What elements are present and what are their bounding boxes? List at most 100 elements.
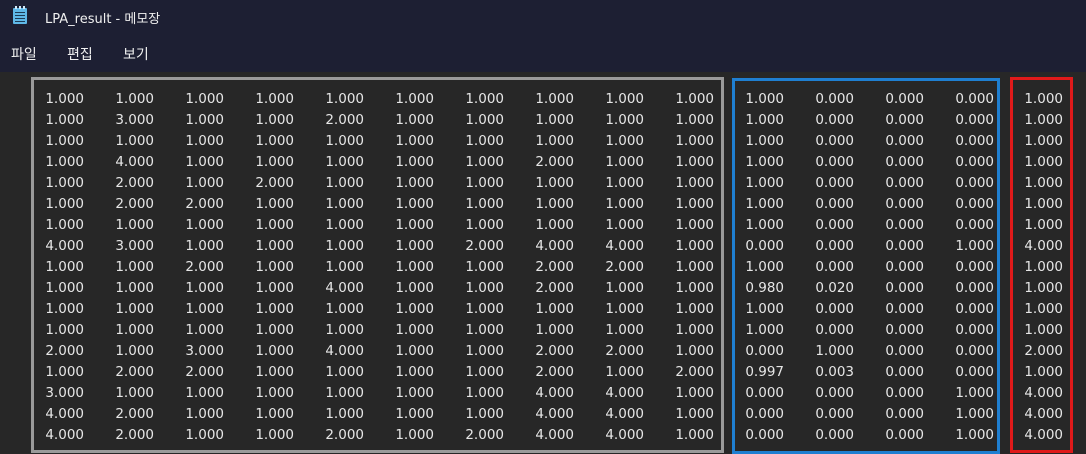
value-cell: 1.000 xyxy=(325,385,364,401)
value-cell: 1.000 xyxy=(675,154,714,170)
value-cell: 1.000 xyxy=(535,322,574,338)
value-cell: 0.000 xyxy=(885,112,924,128)
value-cell: 0.000 xyxy=(955,91,994,107)
value-cell: 1.000 xyxy=(465,301,504,317)
menu-edit[interactable]: 편집 xyxy=(65,44,95,64)
title-bar: LPA_result - 메모장 xyxy=(0,0,1086,36)
value-cell: 0.000 xyxy=(745,406,784,422)
value-cell: 0.000 xyxy=(815,301,854,317)
value-cell: 1.000 xyxy=(115,343,154,359)
text-editor[interactable]: 4.000 2.000 1.000 1.000 2.000 1.000 2.000 4.000… xyxy=(0,72,1086,454)
text-line: 1.000 1.000 1.000 1.000 1.000 1.000 1.000 1.000… xyxy=(0,299,1086,320)
value-cell: 1.000 xyxy=(1024,112,1063,128)
value-cell: 1.000 xyxy=(745,217,784,233)
value-cell: 2.000 xyxy=(115,364,154,380)
value-cell: 1.000 xyxy=(1024,280,1063,296)
value-cell: 1.000 xyxy=(395,259,434,275)
value-cell: 1.000 xyxy=(1024,175,1063,191)
value-cell: 1.000 xyxy=(395,91,434,107)
value-cell: 1.000 xyxy=(255,322,294,338)
value-cell: 1.000 xyxy=(185,154,224,170)
value-cell: 1.000 xyxy=(1024,364,1063,380)
value-cell: 1.000 xyxy=(1024,217,1063,233)
value-cell: 1.000 xyxy=(465,217,504,233)
value-cell: 1.000 xyxy=(605,322,644,338)
value-cell: 1.000 xyxy=(535,112,574,128)
value-cell: 1.000 xyxy=(185,322,224,338)
menu-view[interactable]: 보기 xyxy=(121,44,151,64)
value-cell: 0.000 xyxy=(885,343,924,359)
value-cell: 1.000 xyxy=(45,280,84,296)
value-cell: 1.000 xyxy=(535,91,574,107)
value-cell: 0.000 xyxy=(745,343,784,359)
value-cell: 3.000 xyxy=(45,385,84,401)
value-cell: 2.000 xyxy=(115,406,154,422)
value-cell: 1.000 xyxy=(675,91,714,107)
value-cell: 1.000 xyxy=(1024,91,1063,107)
value-cell: 4.000 xyxy=(1024,385,1063,401)
value-cell: 1.000 xyxy=(395,385,434,401)
value-cell: 2.000 xyxy=(675,364,714,380)
value-cell: 1.000 xyxy=(395,406,434,422)
value-cell: 1.000 xyxy=(115,133,154,149)
value-cell: 1.000 xyxy=(465,280,504,296)
value-cell: 1.000 xyxy=(745,112,784,128)
value-cell: 0.000 xyxy=(955,280,994,296)
value-cell: 1.000 xyxy=(535,175,574,191)
value-cell: 1.000 xyxy=(325,217,364,233)
value-cell: 2.000 xyxy=(115,196,154,212)
value-cell: 1.000 xyxy=(465,385,504,401)
value-cell: 0.003 xyxy=(815,364,854,380)
value-cell: 1.000 xyxy=(115,217,154,233)
value-cell: 4.000 xyxy=(535,385,574,401)
value-cell: 1.000 xyxy=(1024,154,1063,170)
text-line: 4.000 2.000 1.000 1.000 1.000 1.000 1.000 4.000… xyxy=(0,404,1086,425)
value-cell: 1.000 xyxy=(675,259,714,275)
text-line: 1.000 1.000 1.000 1.000 1.000 1.000 1.000 1.000… xyxy=(0,89,1086,110)
value-cell: 1.000 xyxy=(675,196,714,212)
text-line: 1.000 2.000 1.000 2.000 1.000 1.000 1.000 1.000… xyxy=(0,173,1086,194)
menu-bar: 파일 편집 보기 xyxy=(0,36,1086,72)
value-cell: 0.980 xyxy=(745,280,784,296)
value-cell: 0.000 xyxy=(955,196,994,212)
text-line: 1.000 1.000 1.000 1.000 1.000 1.000 1.000 1.000… xyxy=(0,215,1086,236)
value-cell: 0.000 xyxy=(815,154,854,170)
value-cell: 1.000 xyxy=(325,154,364,170)
value-cell: 1.000 xyxy=(255,259,294,275)
text-line: 1.000 2.000 2.000 1.000 1.000 1.000 1.000 1.000… xyxy=(0,194,1086,215)
value-cell: 0.000 xyxy=(815,91,854,107)
value-cell: 4.000 xyxy=(325,343,364,359)
value-cell: 1.000 xyxy=(535,301,574,317)
value-cell: 2.000 xyxy=(255,175,294,191)
value-cell: 1.000 xyxy=(255,154,294,170)
value-cell: 4.000 xyxy=(605,238,644,254)
value-cell: 0.000 xyxy=(885,364,924,380)
value-cell: 1.000 xyxy=(325,259,364,275)
text-line: 3.000 1.000 1.000 1.000 1.000 1.000 1.000 4.000… xyxy=(0,383,1086,404)
value-cell: 1.000 xyxy=(675,217,714,233)
value-cell: 1.000 xyxy=(395,238,434,254)
value-cell: 0.000 xyxy=(815,133,854,149)
value-cell: 2.000 xyxy=(535,280,574,296)
value-cell: 1.000 xyxy=(465,343,504,359)
value-cell: 1.000 xyxy=(45,91,84,107)
value-cell: 0.000 xyxy=(955,175,994,191)
menu-file[interactable]: 파일 xyxy=(9,44,39,64)
value-cell: 1.000 xyxy=(675,406,714,422)
notepad-icon xyxy=(13,6,27,24)
value-cell: 1.000 xyxy=(185,280,224,296)
value-cell: 0.000 xyxy=(815,112,854,128)
value-cell: 1.000 xyxy=(115,259,154,275)
text-line: 1.000 4.000 1.000 1.000 1.000 1.000 1.000 2.000… xyxy=(0,152,1086,173)
value-cell: 1.000 xyxy=(45,175,84,191)
value-cell: 1.000 xyxy=(605,280,644,296)
text-line: 4.000 3.000 1.000 1.000 1.000 1.000 2.000 4.000… xyxy=(0,236,1086,257)
value-cell: 1.000 xyxy=(745,91,784,107)
text-line: 1.000 1.000 1.000 1.000 1.000 1.000 1.000 1.000… xyxy=(0,320,1086,341)
value-cell: 1.000 xyxy=(185,385,224,401)
value-cell: 4.000 xyxy=(1024,238,1063,254)
text-line: 1.000 1.000 1.000 1.000 1.000 1.000 1.000 1.000… xyxy=(0,131,1086,152)
value-cell: 2.000 xyxy=(325,112,364,128)
value-cell: 4.000 xyxy=(605,406,644,422)
value-cell: 1.000 xyxy=(395,322,434,338)
